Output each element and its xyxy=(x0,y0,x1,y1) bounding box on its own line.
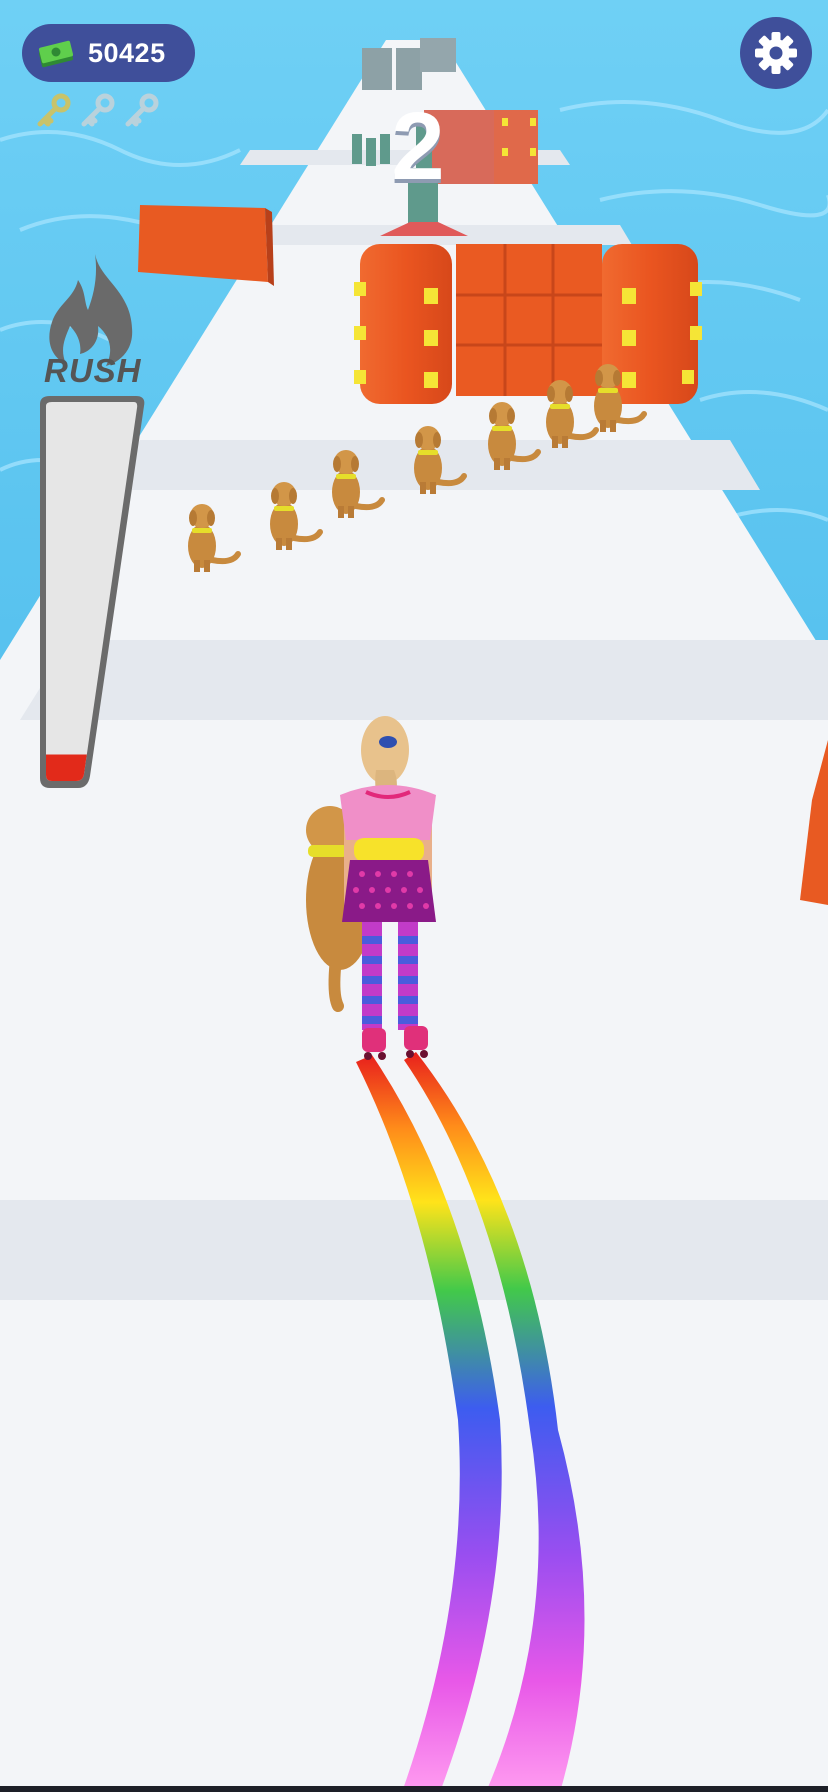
currency-amount: 50425 xyxy=(88,37,166,68)
currency-counter: 50425 xyxy=(22,24,195,82)
key-collection xyxy=(34,92,160,130)
key-icon xyxy=(125,93,159,127)
gear-icon xyxy=(755,32,797,74)
cash-stack-icon xyxy=(38,40,74,68)
rush-meter-fill xyxy=(46,754,87,781)
key-icon xyxy=(37,93,71,127)
left-barrier xyxy=(138,205,268,282)
brick-wall-obstacle xyxy=(354,244,702,404)
rush-meter xyxy=(40,396,145,788)
settings-button[interactable] xyxy=(740,17,812,89)
gate-number: 2 xyxy=(391,93,445,200)
bottom-edge xyxy=(0,1786,828,1792)
rush-label: RUSH xyxy=(44,352,142,389)
key-icon xyxy=(81,93,115,127)
